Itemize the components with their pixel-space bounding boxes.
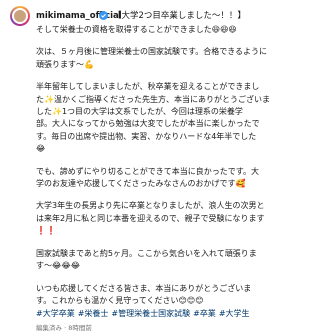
caption-line: した✨1つ目の大学は文系でしたが、今回は理系の栄養学 [36,107,243,117]
hashtag-list: #大学卒業 #栄養士 #管理栄養士国家試験 #卒業 #大学生 [36,308,282,320]
caption-line: 国家試験まであと約5ヶ月。ここから気合いを入れて頑張りま [36,248,257,258]
hashtag-link[interactable]: #管理栄養士国家試験 [111,309,190,318]
post-title: 【大学2つ目卒業しました〜！！】 [113,11,246,21]
caption-line: でも、諦めずにやり切ることができて本当に良かったです。大 [36,166,259,176]
hashtag-link[interactable]: #卒業 [193,309,216,318]
caption-line: 学のお友達や応援してくださったみなさんのおかげです🥰 [36,179,246,189]
caption-line: 大学3年生の長男より先に卒業となりましたが、浪人生の次男と [36,201,265,211]
hashtag-link[interactable]: #栄養士 [78,309,109,318]
post-caption: そして栄養士の資格を取得することができました😆😆😆 次は、５ヶ月後に管理栄養士の国… [36,24,282,307]
post-meta: 編集済み · 8時間前 [36,324,92,332]
caption-line: す。毎日の出席や提出物、実習、かなりハードな4年半でした [36,131,257,141]
caption-line: 半年留年してしまいましたが、秋卒業を迎えることができまし [36,82,260,92]
caption-line: は来年2月に私と同じ本番を迎えるので、親子で受験になります [36,213,265,223]
caption-line: 頑張ります〜💪 [36,59,94,69]
avatar[interactable] [10,6,30,26]
hashtag-link[interactable]: #大学生 [219,309,250,318]
caption-line: す。これからも温かく見守ってください😊😊😊 [36,295,204,305]
caption-line: す〜😂😂😂 [36,261,81,271]
caption-line: た✨温かくご指導くださった先生方、本当にありがとうございま [36,94,270,104]
username[interactable]: mikimama_official [36,9,122,23]
hashtag-link[interactable]: #大学卒業 [36,309,75,318]
caption-line: 部。大人になってから勉強は大変でしたが本当に楽しかったで [36,119,260,129]
verified-badge-icon [99,11,108,20]
caption-line: 😂 [36,144,46,154]
caption-line: ❗❗ [36,226,56,236]
caption-line: 次は、５ヶ月後に管理栄養士の国家試験です。合格できるように [36,47,268,57]
instagram-post: mikimama_official 【大学2つ目卒業しました〜！！】 そして栄養… [0,0,290,336]
caption-line: いつも応援してくださる皆さま、本当にありがとうございま [36,283,252,293]
caption-line: そして栄養士の資格を取得することができました😆😆😆 [36,25,237,34]
